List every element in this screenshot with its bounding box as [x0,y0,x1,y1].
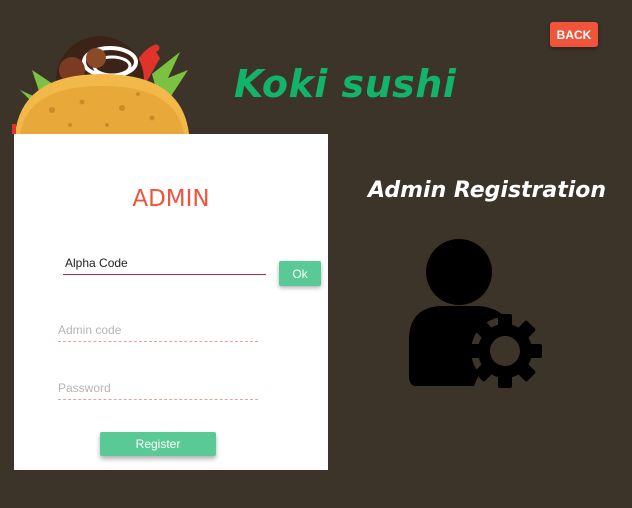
taco-logo-icon [12,36,189,134]
register-button[interactable]: Register [100,432,216,456]
login-card: ADMIN Alpha Code Ok Admin code Password … [14,134,328,470]
alpha-code-input[interactable]: Alpha Code [63,252,266,275]
admin-settings-icon [409,239,542,388]
ok-button[interactable]: Ok [279,261,321,286]
admin-code-input[interactable]: Admin code [58,319,258,342]
brand-title: Koki sushi [234,62,457,106]
back-button[interactable]: BACK [550,22,598,47]
card-title: ADMIN [132,186,210,212]
password-input[interactable]: Password [58,377,258,400]
registration-title: Admin Registration [368,178,607,203]
